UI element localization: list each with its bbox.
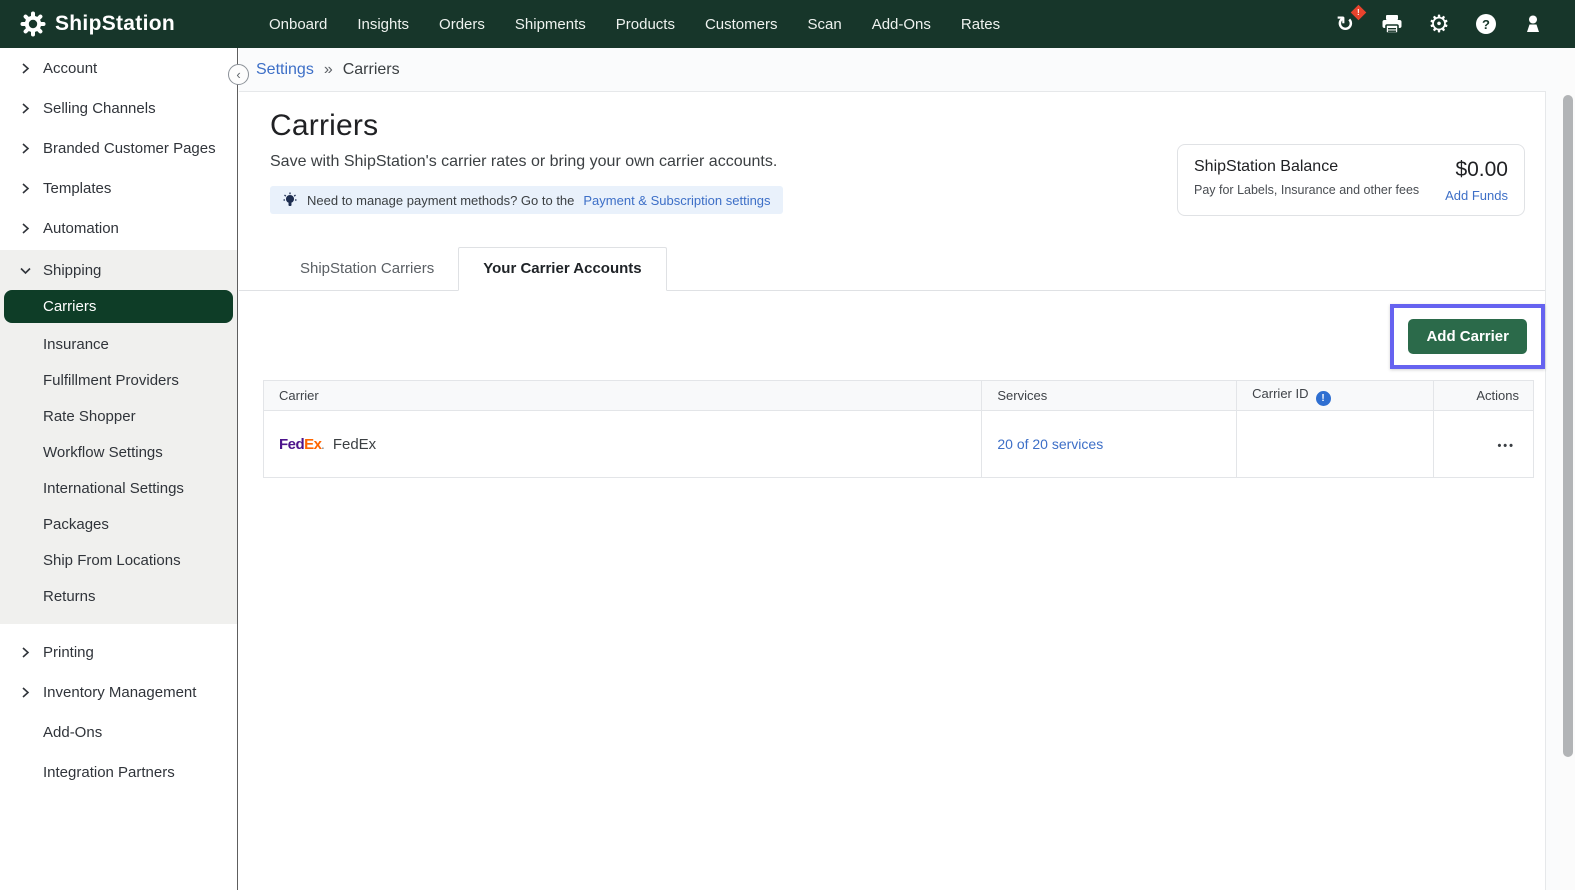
chevron-right-icon <box>20 143 31 154</box>
nav-item-add-ons[interactable]: Add-Ons <box>870 12 933 37</box>
chevron-down-icon <box>20 265 31 276</box>
breadcrumb-current: Carriers <box>343 61 400 79</box>
primary-nav: Onboard Insights Orders Shipments Produc… <box>267 12 1002 37</box>
help-icon[interactable]: ? <box>1474 12 1498 36</box>
banner-text: Need to manage payment methods? Go to th… <box>307 193 574 208</box>
content-panel: Carriers Save with ShipStation's carrier… <box>239 91 1546 890</box>
sidebar-item-account[interactable]: Account <box>0 48 237 88</box>
shipstation-balance-card: ShipStation Balance Pay for Labels, Insu… <box>1177 144 1525 216</box>
chevron-right-icon <box>20 183 31 194</box>
row-actions-menu-icon[interactable]: ••• <box>1497 440 1515 452</box>
chevron-right-icon <box>20 223 31 234</box>
add-carrier-button[interactable]: Add Carrier <box>1408 319 1527 354</box>
shipstation-logo[interactable]: ShipStation <box>20 11 175 37</box>
sidebar-item-rate-shopper[interactable]: Rate Shopper <box>0 398 237 434</box>
vertical-scrollbar-thumb[interactable] <box>1563 95 1573 757</box>
add-carrier-zone: Add Carrier <box>239 291 1545 380</box>
payment-subscription-settings-link[interactable]: Payment & Subscription settings <box>583 193 770 208</box>
refresh-icon[interactable]: ↻ ! <box>1333 12 1357 36</box>
info-icon[interactable]: ! <box>1316 391 1331 406</box>
sidebar-shipping-group: Shipping Carriers Insurance Fulfillment … <box>0 250 237 624</box>
nav-item-rates[interactable]: Rates <box>959 12 1002 37</box>
carrier-name: FedEx <box>333 436 376 453</box>
lightbulb-icon <box>282 192 298 208</box>
table-row-fedex: FedEx. FedEx 20 of 20 services ••• <box>264 411 1534 478</box>
sidebar-item-automation[interactable]: Automation <box>0 208 237 248</box>
sidebar-item-branded-customer-pages[interactable]: Branded Customer Pages <box>0 128 237 168</box>
breadcrumb-separator: » <box>324 61 333 79</box>
add-funds-link[interactable]: Add Funds <box>1445 188 1508 203</box>
main-area: Settings » Carriers Carriers Save with S… <box>239 48 1575 890</box>
chevron-right-icon <box>20 63 31 74</box>
sidebar-item-fulfillment-providers[interactable]: Fulfillment Providers <box>0 362 237 398</box>
payment-info-banner: Need to manage payment methods? Go to th… <box>270 186 783 214</box>
sidebar-item-shipping[interactable]: Shipping <box>0 250 237 290</box>
sidebar-item-printing[interactable]: Printing <box>0 632 237 672</box>
settings-sidebar: Account Selling Channels Branded Custome… <box>0 48 238 890</box>
tab-your-carrier-accounts[interactable]: Your Carrier Accounts <box>458 247 666 291</box>
sidebar-item-inventory-management[interactable]: Inventory Management <box>0 672 237 712</box>
balance-title: ShipStation Balance <box>1194 158 1419 176</box>
sidebar-item-international-settings[interactable]: International Settings <box>0 470 237 506</box>
column-header-services: Services <box>982 381 1237 411</box>
nav-item-scan[interactable]: Scan <box>806 12 844 37</box>
sidebar-item-insurance[interactable]: Insurance <box>0 326 237 362</box>
column-header-carrier: Carrier <box>264 381 982 411</box>
carrier-accounts-table: Carrier Services Carrier ID! Actions Fed… <box>263 380 1534 478</box>
balance-amount: $0.00 <box>1445 158 1508 182</box>
nav-item-insights[interactable]: Insights <box>355 12 411 37</box>
brand-name: ShipStation <box>55 12 175 36</box>
printer-icon[interactable] <box>1380 12 1404 36</box>
sidebar-collapse-button[interactable]: ‹ <box>228 64 249 85</box>
sidebar-item-workflow-settings[interactable]: Workflow Settings <box>0 434 237 470</box>
sidebar-item-packages[interactable]: Packages <box>0 506 237 542</box>
account-user-icon[interactable] <box>1521 12 1545 36</box>
sidebar-item-returns[interactable]: Returns <box>0 578 237 614</box>
column-header-actions: Actions <box>1434 381 1534 411</box>
breadcrumb-settings-link[interactable]: Settings <box>256 61 314 79</box>
tab-shipstation-carriers[interactable]: ShipStation Carriers <box>276 248 458 290</box>
carrier-id-cell <box>1237 411 1434 478</box>
column-header-carrier-id: Carrier ID! <box>1237 381 1434 411</box>
topnav-icon-group: ↻ ! ⚙ ? <box>1333 12 1545 36</box>
page-title: Carriers <box>270 109 1545 143</box>
breadcrumb: Settings » Carriers <box>239 48 1575 91</box>
sidebar-item-integration-partners[interactable]: Integration Partners <box>0 752 237 792</box>
chevron-right-icon <box>20 647 31 658</box>
carrier-tabs: ShipStation Carriers Your Carrier Accoun… <box>239 247 1545 291</box>
top-navigation-bar: ShipStation Onboard Insights Orders Ship… <box>0 0 1575 48</box>
nav-item-products[interactable]: Products <box>614 12 677 37</box>
services-link[interactable]: 20 of 20 services <box>997 436 1103 452</box>
nav-item-shipments[interactable]: Shipments <box>513 12 588 37</box>
fedex-logo: FedEx. <box>279 436 324 453</box>
highlight-box: Add Carrier <box>1390 304 1545 369</box>
table-header-row: Carrier Services Carrier ID! Actions <box>264 381 1534 411</box>
nav-item-orders[interactable]: Orders <box>437 12 487 37</box>
sidebar-item-ship-from-locations[interactable]: Ship From Locations <box>0 542 237 578</box>
vertical-scrollbar-track[interactable] <box>1560 48 1575 890</box>
sidebar-item-selling-channels[interactable]: Selling Channels <box>0 88 237 128</box>
shipstation-gear-logo-icon <box>20 11 46 37</box>
settings-gear-icon[interactable]: ⚙ <box>1427 12 1451 36</box>
chevron-right-icon <box>20 687 31 698</box>
sidebar-item-templates[interactable]: Templates <box>0 168 237 208</box>
sidebar-item-carriers[interactable]: Carriers <box>4 290 233 323</box>
nav-item-customers[interactable]: Customers <box>703 12 780 37</box>
balance-description: Pay for Labels, Insurance and other fees <box>1194 183 1419 197</box>
nav-item-onboard[interactable]: Onboard <box>267 12 329 37</box>
chevron-right-icon <box>20 103 31 114</box>
sidebar-item-add-ons[interactable]: Add-Ons <box>0 712 237 752</box>
